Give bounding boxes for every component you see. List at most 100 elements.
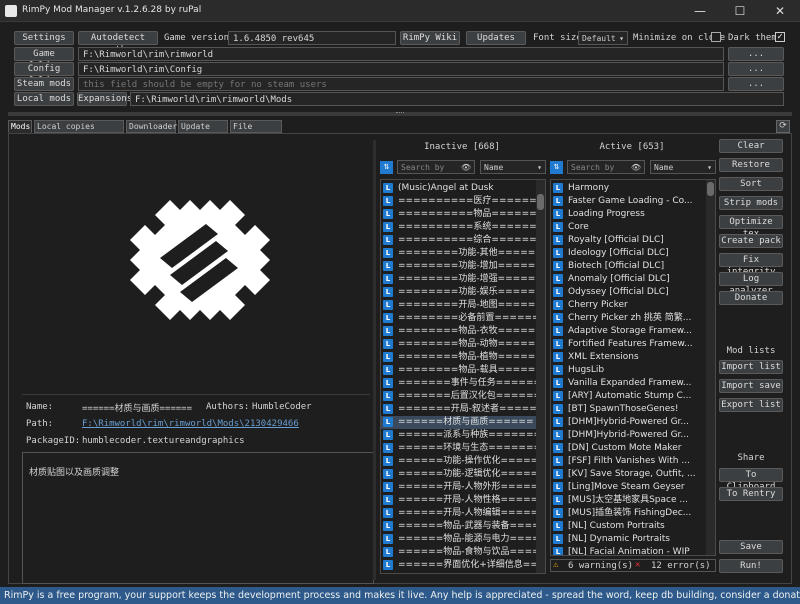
settings-button[interactable]: Settings [14, 31, 74, 45]
eye-icon[interactable]: 👁 [461, 162, 471, 173]
import-save-button[interactable]: Import save [719, 379, 783, 393]
game-folder-field[interactable]: F:\Rimworld\rim\rimworld [78, 47, 724, 61]
active-list-item[interactable]: L Adaptive Storage Framew... [551, 325, 715, 338]
inactive-list-item[interactable]: L ========物品-衣牧======= [381, 325, 545, 338]
tab-local-copies[interactable]: Local copies (WIP) [34, 120, 124, 142]
filter-icon[interactable]: ⇅ [380, 161, 393, 174]
optimize-tex-button[interactable]: Optimize tex [719, 215, 783, 239]
active-list-item[interactable]: L Harmony [551, 182, 715, 195]
active-list-item[interactable]: L [DN] Custom Mote Maker [551, 442, 715, 455]
inactive-list-item[interactable]: L =======开局-叙述者======= [381, 403, 545, 416]
active-list-item[interactable]: L Cherry Picker zh 挑英 简繁... [551, 312, 715, 325]
inactive-list-item[interactable]: L ========物品-植物======= [381, 351, 545, 364]
minimize-on-close-checkbox[interactable] [711, 32, 721, 42]
inactive-sort-select[interactable]: Name ▾ [480, 160, 546, 174]
inactive-mods-list[interactable]: L (Music)Angel at Dusk L ==========医疗======… [380, 179, 546, 574]
to-clipboard-button[interactable]: To Clipboard [719, 468, 783, 492]
active-list-item[interactable]: L [KV] Save Storage, Outfit, ... [551, 468, 715, 481]
save-button[interactable]: Save [719, 540, 783, 554]
to-rentry-button[interactable]: To Rentry [719, 487, 783, 501]
inactive-list-item[interactable]: L ========必备前置======= [381, 312, 545, 325]
active-list-item[interactable]: L [MUS]太空基地家具Space ... [551, 494, 715, 507]
dark-theme-checkbox[interactable]: ✓ [775, 32, 785, 42]
active-list-item[interactable]: L Loading Progress [551, 208, 715, 221]
inactive-scrollbar-thumb[interactable] [537, 194, 544, 210]
inactive-list-item[interactable]: L ========物品-动物======= [381, 338, 545, 351]
tab-downloader[interactable]: Downloader [126, 120, 177, 133]
inactive-list-item[interactable]: L ======材质与画质====== [381, 416, 545, 429]
active-list-item[interactable]: L [MUS]插鱼装饰 FishingDec... [551, 507, 715, 520]
local-mods-button[interactable]: Local mods [14, 92, 74, 106]
rimpy-wiki-button[interactable]: RimPy Wiki [400, 31, 460, 45]
inactive-list-item[interactable]: L ========功能-娱乐======= [381, 286, 545, 299]
active-list-item[interactable]: L [NL] Custom Portraits [551, 520, 715, 533]
autodetect-paths-button[interactable]: Autodetect paths [78, 31, 158, 55]
config-folder-button[interactable]: Config folder [14, 62, 74, 86]
inactive-list-item[interactable]: L ======开局-人物编辑====== [381, 507, 545, 520]
game-folder-button[interactable]: Game folder [14, 47, 74, 71]
steam-mods-field[interactable]: this field should be empty for no steam … [78, 77, 724, 91]
inactive-list-item[interactable]: L ======物品-能源与电力==== [381, 533, 545, 546]
tab-mods[interactable]: Mods [8, 120, 32, 133]
refresh-icon[interactable]: ⟳ [776, 120, 790, 133]
active-list-item[interactable]: L Faster Game Loading - Co... [551, 195, 715, 208]
active-list-item[interactable]: L [Ling]Move Steam Geyser [551, 481, 715, 494]
fix-integrity-button[interactable]: Fix integrity [719, 253, 783, 277]
inactive-list-item[interactable]: L =======后置汉化包======= [381, 390, 545, 403]
active-list-item[interactable]: L Cherry Picker [551, 299, 715, 312]
game-folder-browse-button[interactable]: ... [728, 47, 784, 61]
inactive-search-input[interactable]: Search by 👁 [397, 160, 475, 174]
active-list-item[interactable]: L [NL] Facial Animation - WIP [551, 546, 715, 555]
strip-mods-button[interactable]: Strip mods [719, 196, 783, 210]
clear-button[interactable]: Clear [719, 139, 783, 153]
inactive-list-item[interactable]: L ======功能-操作优化====== [381, 455, 545, 468]
expansions-button[interactable]: Expansions [77, 92, 132, 106]
close-button[interactable]: ✕ [760, 0, 800, 22]
inactive-list-item[interactable]: L ======开局-人物外形====== [381, 481, 545, 494]
errors-count[interactable]: 12 error(s) [651, 561, 711, 571]
filter-icon[interactable]: ⇅ [550, 161, 563, 174]
inactive-list-item[interactable]: L ======物品-武器与装备==== [381, 520, 545, 533]
config-folder-browse-button[interactable]: ... [728, 62, 784, 76]
updates-button[interactable]: Updates [466, 31, 526, 45]
inactive-list-item[interactable]: L ==========物品========= [381, 208, 545, 221]
active-list-item[interactable]: L Royalty [Official DLC] [551, 234, 715, 247]
inactive-list-item[interactable]: L ========开局-地图======= [381, 299, 545, 312]
donate-button[interactable]: Donate [719, 291, 783, 305]
sort-button[interactable]: Sort [719, 177, 783, 191]
inactive-list-item[interactable]: L ========物品-载具======= [381, 364, 545, 377]
create-pack-button[interactable]: Create pack [719, 234, 783, 248]
active-list-item[interactable]: L Vanilla Expanded Framew... [551, 377, 715, 390]
font-size-select[interactable]: Default ▾ [578, 31, 628, 45]
inactive-list-item[interactable]: L ======派系与种族======= [381, 429, 545, 442]
active-list-item[interactable]: L XML Extensions [551, 351, 715, 364]
active-list-item[interactable]: L [DHM]Hybrid-Powered Gr... [551, 429, 715, 442]
active-list-item[interactable]: L Anomaly [Official DLC] [551, 273, 715, 286]
log-analyzer-button[interactable]: Log analyzer [719, 272, 783, 296]
vertical-splitter[interactable] [373, 140, 376, 580]
inactive-list-item[interactable]: L =======事件与任务======= [381, 377, 545, 390]
active-list-item[interactable]: L [DHM]Hybrid-Powered Gr... [551, 416, 715, 429]
mod-description-box[interactable]: 材质贴图以及画质调整 [22, 452, 374, 584]
inactive-list-item[interactable]: L ========功能-增加======= [381, 260, 545, 273]
inactive-list-item[interactable]: L ========功能-增强======= [381, 273, 545, 286]
inactive-list-item[interactable]: L ======环境与生态======= [381, 442, 545, 455]
active-scrollbar[interactable] [706, 180, 715, 555]
inactive-list-item[interactable]: L (Music)Angel at Dusk [381, 182, 545, 195]
inactive-list-item[interactable]: L ==========系统========= [381, 221, 545, 234]
eye-icon[interactable]: 👁 [631, 162, 641, 173]
import-list-button[interactable]: Import list [719, 360, 783, 374]
inactive-scrollbar[interactable] [536, 180, 545, 573]
minimize-button[interactable]: — [680, 0, 720, 22]
active-list-item[interactable]: L Ideology [Official DLC] [551, 247, 715, 260]
inactive-list-item[interactable]: L ======开局-人物性格====== [381, 494, 545, 507]
tab-update-log[interactable]: Update log [178, 120, 228, 142]
inactive-list-item[interactable]: L ========功能-其他======= [381, 247, 545, 260]
active-search-input[interactable]: Search by 👁 [567, 160, 645, 174]
steam-mods-button[interactable]: Steam mods [14, 77, 74, 91]
export-list-button[interactable]: Export list [719, 398, 783, 412]
active-list-item[interactable]: L [ARY] Automatic Stump C... [551, 390, 715, 403]
active-list-item[interactable]: L Odyssey [Official DLC] [551, 286, 715, 299]
config-folder-field[interactable]: F:\Rimworld\rim\Config [78, 62, 724, 76]
maximize-button[interactable]: ☐ [720, 0, 760, 22]
